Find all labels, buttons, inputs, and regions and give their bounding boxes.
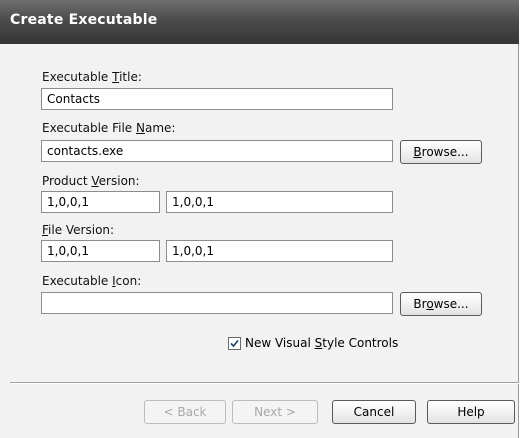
executable-title-label: Executable Title: [42,70,142,84]
checkmark-icon [230,339,239,347]
product-version-value-2: 1,0,0,1 [172,195,214,209]
executable-title-value: Contacts [47,92,100,106]
executable-icon-label-text: Executable [42,274,113,288]
new-visual-style-label-rest: tyle Controls [322,336,399,350]
help-button[interactable]: Help [427,400,515,424]
cancel-button[interactable]: Cancel [332,400,416,424]
browse-icon-accel: o [426,297,434,311]
browse-file-name-button[interactable]: Browse... [400,140,482,164]
executable-file-name-label-accel: N [136,121,145,135]
executable-file-name-label-rest: ame: [145,121,176,135]
next-button[interactable]: Next > [232,400,318,424]
new-visual-style-label-text: New Visual [245,336,315,350]
product-version-value-1: 1,0,0,1 [47,195,89,209]
product-version-label-rest: ersion: [98,174,140,188]
browse-file-name-rest: rowse... [421,145,469,159]
file-version-label: File Version: [42,223,114,237]
footer-separator [10,382,519,384]
file-version-value-1: 1,0,0,1 [47,244,89,258]
new-visual-style-row[interactable]: New Visual Style Controls [228,335,398,351]
executable-title-label-text: Executable [42,70,113,84]
browse-icon-rest: wse... [433,297,469,311]
product-version-label: Product Version: [42,174,140,188]
executable-icon-label: Executable Icon: [42,274,141,288]
product-version-input-2[interactable]: 1,0,0,1 [166,191,393,213]
product-version-label-text: Product [42,174,92,188]
product-version-label-accel: V [91,174,99,188]
executable-title-input[interactable]: Contacts [41,88,393,110]
browse-file-name-accel: B [413,145,422,159]
create-executable-dialog: Create Executable Executable Title: Cont… [0,0,519,438]
executable-file-name-label-text: Executable File [42,121,137,135]
new-visual-style-checkbox[interactable] [228,336,241,350]
executable-icon-input[interactable] [41,292,393,314]
new-visual-style-label: New Visual Style Controls [245,336,398,350]
browse-icon-button[interactable]: Browse... [400,292,482,316]
file-version-value-2: 1,0,0,1 [172,244,214,258]
back-button[interactable]: < Back [144,400,226,424]
executable-file-name-value: contacts.exe [47,144,124,158]
file-version-input-1[interactable]: 1,0,0,1 [41,240,160,262]
executable-icon-label-rest: con: [115,274,142,288]
executable-file-name-label: Executable File Name: [42,121,175,135]
file-version-label-rest: ile Version: [48,223,115,237]
dialog-title-bar: Create Executable [0,0,519,44]
dialog-title: Create Executable [10,12,158,28]
product-version-input-1[interactable]: 1,0,0,1 [41,191,160,213]
executable-file-name-input[interactable]: contacts.exe [41,140,393,162]
browse-icon-text: Br [413,297,427,311]
file-version-input-2[interactable]: 1,0,0,1 [166,240,393,262]
executable-title-label-rest: itle: [119,70,142,84]
